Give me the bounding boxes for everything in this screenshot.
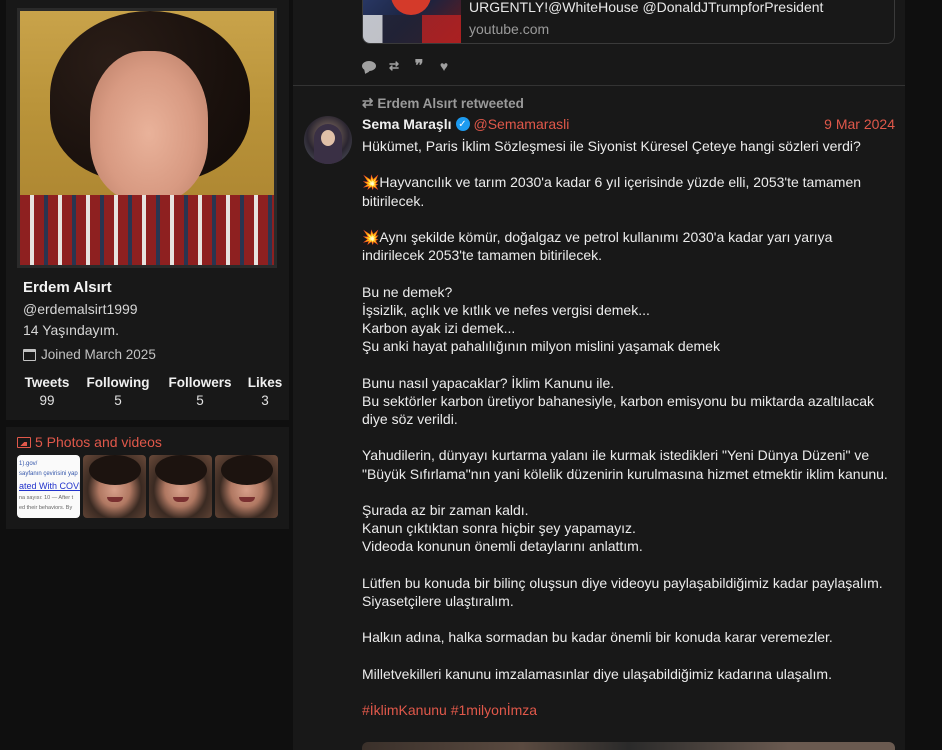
stat-value: 5: [196, 393, 204, 408]
tweet-line: Bu sektörler karbon üretiyor bahanesiyle…: [362, 392, 875, 427]
play-icon: [391, 0, 431, 15]
profile-username: @erdemalsirt1999: [23, 301, 138, 317]
tweet-date[interactable]: 9 Mar 2024: [824, 116, 895, 132]
profile-card: Erdem Alsırt @erdemalsirt1999 14 Yaşında…: [6, 0, 289, 420]
tweet-line: Karbon ayak izi demek...: [362, 319, 516, 336]
thumb-text: sayfanın çevirisini yap: [19, 471, 78, 477]
tweet-line: Şurada az bir zaman kaldı.: [362, 501, 529, 518]
stat-value: 5: [114, 393, 122, 408]
tweet-line: 💥Aynı şekilde kömür, doğalgaz ve petrol …: [362, 228, 833, 264]
stat-label: Likes: [247, 375, 283, 390]
stat-likes[interactable]: Likes 3: [241, 375, 289, 408]
tweet-line: İşsizlik, açlık ve kıtlık ve nefes vergi…: [362, 301, 650, 318]
quote-icon[interactable]: ❞: [412, 58, 426, 75]
media-thumbnails: 1).gov/ sayfanın çevirisini yap ated Wit…: [17, 455, 278, 518]
tweet-line: Hükümet, Paris İklim Sözleşmesi ile Siyo…: [362, 138, 861, 154]
verified-icon: ✓: [455, 117, 470, 131]
stat-following[interactable]: Following 5: [77, 375, 159, 408]
media-title-text: 5 Photos and videos: [35, 434, 162, 450]
tweet-text: Hükümet, Paris İklim Sözleşmesi ile Siyo…: [362, 137, 897, 719]
media-link[interactable]: 5 Photos and videos: [17, 434, 162, 450]
profile-bio: 14 Yaşındayım.: [23, 322, 119, 338]
tweet-line: Kanun çıktıktan sonra hiçbir şey yapamay…: [362, 520, 636, 537]
thumb-text: ed their behaviors. By: [19, 505, 73, 511]
author-name[interactable]: Sema Maraşlı: [362, 116, 452, 132]
stat-tweets[interactable]: Tweets 99: [17, 375, 77, 408]
link-preview-card[interactable]: URGENTLY!@WhiteHouse @DonaldJTrumpforPre…: [362, 0, 895, 44]
stat-label: Tweets: [24, 375, 70, 390]
tweet-line: Milletvekilleri kanunu imzalamasınlar di…: [362, 665, 832, 682]
avatar-photo: [20, 11, 274, 265]
profile-display-name: Erdem Alsırt: [23, 279, 112, 296]
thumb-text: ated With COVID: [19, 481, 80, 491]
stat-followers[interactable]: Followers 5: [159, 375, 241, 408]
link-title: URGENTLY!@WhiteHouse @DonaldJTrumpforPre…: [469, 0, 824, 15]
tweet-line: Şu anki hayat pahalılığının milyon misli…: [362, 338, 720, 355]
joined-date: Joined March 2025: [23, 347, 156, 362]
tweet-line: Halkın adına, halka sormadan bu kadar ön…: [362, 629, 833, 646]
media-thumbnail[interactable]: [149, 455, 212, 518]
tweet-author: Sema Maraşlı ✓ @Semamarasli: [362, 116, 569, 132]
tweet-line: Bunu nasıl yapacaklar? İklim Kanunu ile.: [362, 374, 615, 391]
media-thumbnail[interactable]: [215, 455, 278, 518]
tweet-media[interactable]: [362, 742, 895, 750]
retweet-indicator[interactable]: ⇄ Erdem Alsırt retweeted: [362, 95, 524, 111]
tweet-divider: [293, 85, 905, 86]
right-margin: [905, 0, 942, 750]
retweet-text: Erdem Alsırt retweeted: [377, 95, 524, 111]
heart-icon[interactable]: ♥: [437, 58, 451, 74]
joined-text: Joined March 2025: [41, 347, 156, 362]
tweet-hashtags[interactable]: #İklimKanunu #1milyonİmza: [362, 701, 897, 719]
tweet-line: Bu ne demek?: [362, 283, 453, 300]
thumb-text: na sayısı: 10 — After t: [19, 495, 74, 501]
media-card: 5 Photos and videos 1).gov/ sayfanın çev…: [6, 427, 289, 529]
stat-value: 99: [39, 393, 55, 408]
retweet-icon[interactable]: ⇄: [387, 59, 401, 73]
link-domain: youtube.com: [469, 21, 550, 37]
stat-label: Following: [86, 375, 150, 390]
link-thumbnail: [363, 0, 461, 43]
reply-icon[interactable]: [362, 59, 376, 72]
author-handle[interactable]: @Semamarasli: [474, 116, 570, 132]
stat-value: 3: [261, 393, 269, 408]
image-icon: [17, 436, 31, 448]
retweet-icon: ⇄: [362, 95, 374, 110]
media-thumbnail[interactable]: 1).gov/ sayfanın çevirisini yap ated Wit…: [17, 455, 80, 518]
timeline-feed: URGENTLY!@WhiteHouse @DonaldJTrumpforPre…: [293, 0, 905, 750]
tweet-line: Lütfen bu konuda bir bilinç oluşsun diye…: [362, 574, 883, 609]
profile-stats: Tweets 99 Following 5 Followers 5 Likes …: [17, 375, 289, 408]
tweet-line: Videoda konunun önemli detaylarını anlat…: [362, 538, 643, 555]
profile-avatar[interactable]: [17, 8, 277, 268]
thumb-text: 1).gov/: [19, 461, 38, 467]
author-avatar[interactable]: [304, 116, 352, 164]
tweet-line: Yahudilerin, dünyayı kurtarma yalanı ile…: [362, 447, 888, 482]
tweet-line: 💥Hayvancılık ve tarım 2030'a kadar 6 yıl…: [362, 174, 862, 209]
tweet-actions: ⇄ ❞ ♥: [362, 58, 451, 75]
stat-label: Followers: [168, 375, 232, 390]
media-thumbnail[interactable]: [83, 455, 146, 518]
calendar-icon: [23, 348, 36, 361]
